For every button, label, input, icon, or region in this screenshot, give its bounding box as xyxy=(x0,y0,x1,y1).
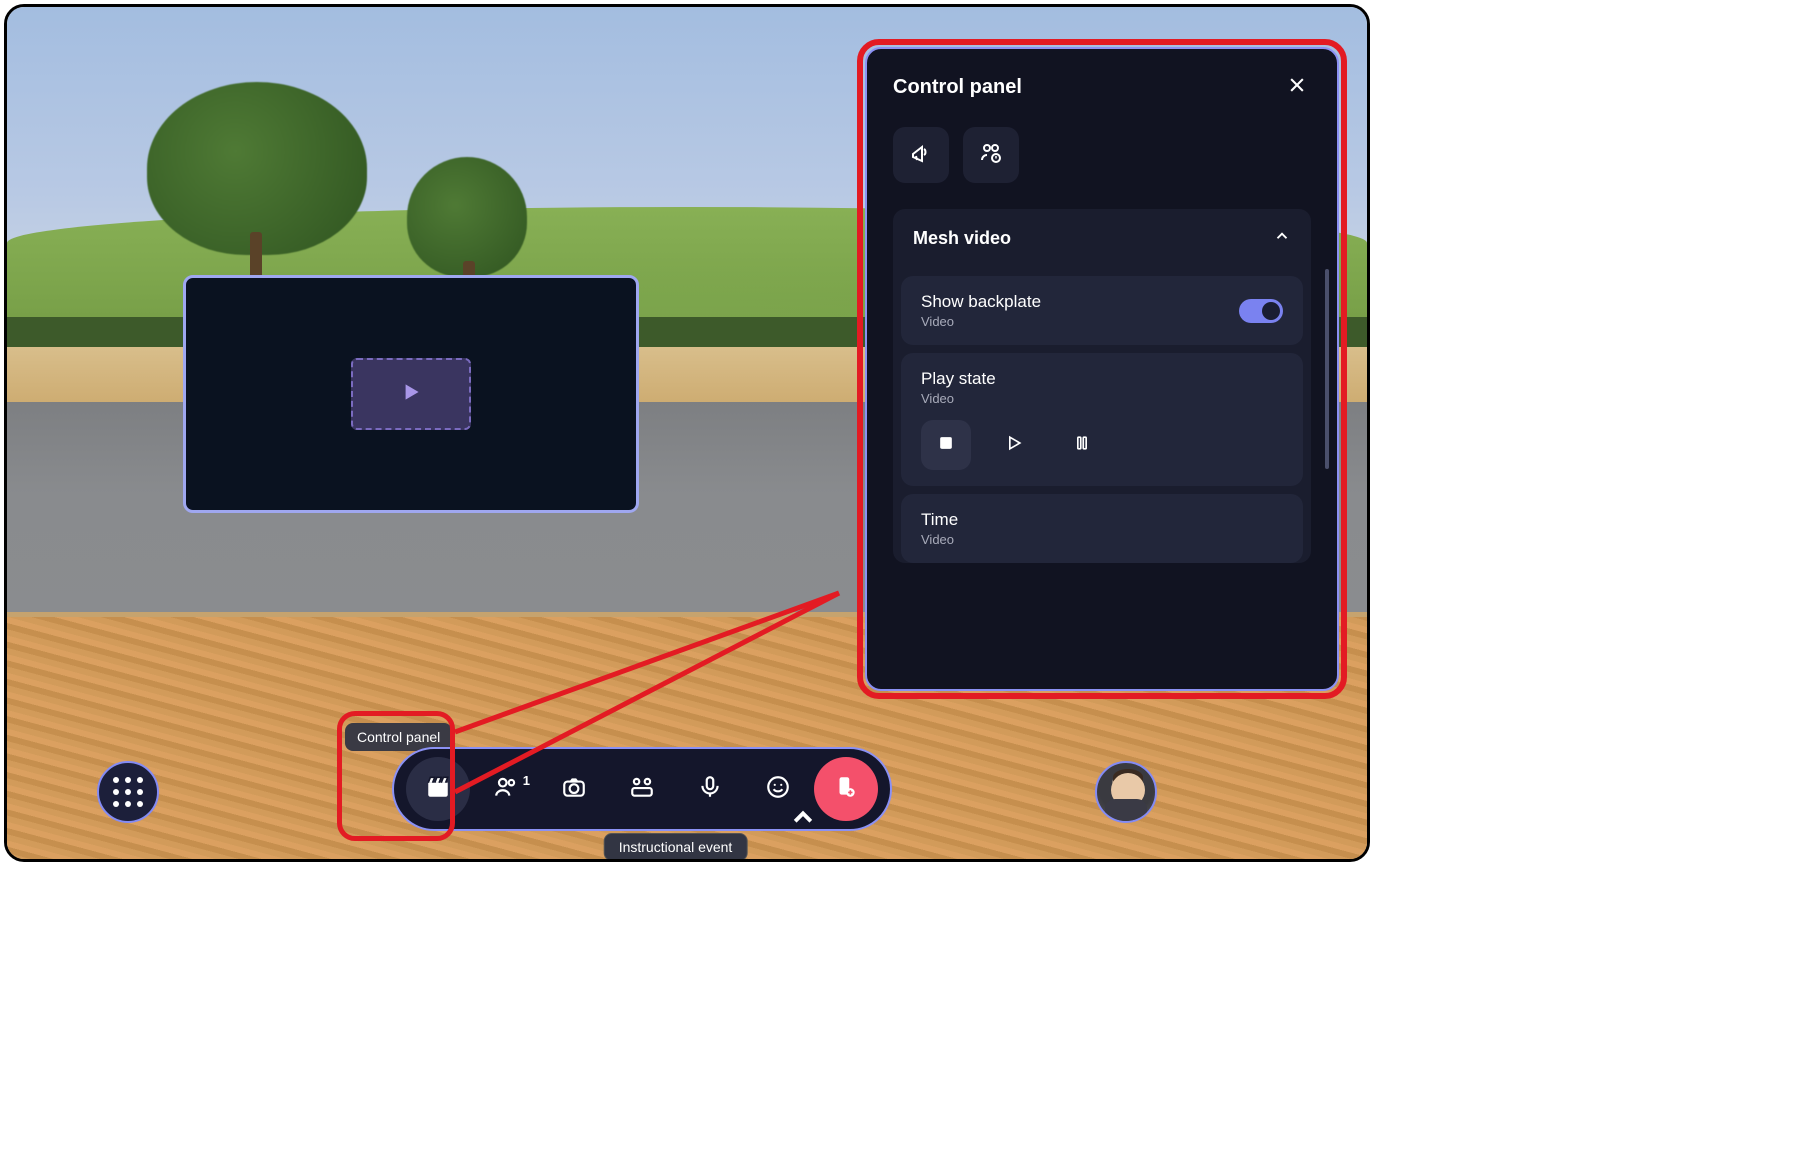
leave-icon xyxy=(833,774,859,805)
section-title: Mesh video xyxy=(913,228,1011,249)
mesh-video-screen[interactable] xyxy=(183,275,639,513)
panel-scrollbar[interactable] xyxy=(1325,269,1329,469)
camera-icon xyxy=(561,774,587,805)
people-mute-icon xyxy=(979,141,1003,170)
play-button[interactable] xyxy=(989,420,1039,470)
screenshare-icon xyxy=(629,774,655,805)
panel-title: Control panel xyxy=(893,76,1022,99)
setting-label: Time xyxy=(921,510,1283,530)
setting-label: Play state xyxy=(921,369,1283,389)
clapperboard-icon xyxy=(425,774,451,805)
setting-label: Show backplate xyxy=(921,292,1041,312)
chevron-up-icon xyxy=(790,803,798,811)
section-mesh-video: Mesh video Show backplate Video Play sta… xyxy=(893,209,1311,563)
emoji-icon xyxy=(765,774,791,805)
control-panel: Control panel Mesh video Show backplate … xyxy=(865,47,1339,691)
app-menu-button[interactable] xyxy=(97,761,159,823)
main-toolbar: 1 xyxy=(392,747,892,831)
megaphone-icon xyxy=(909,141,933,170)
leave-button[interactable] xyxy=(814,757,878,821)
microphone-icon xyxy=(697,774,723,805)
setting-sublabel: Video xyxy=(921,532,1283,547)
reactions-button[interactable] xyxy=(746,757,810,821)
setting-sublabel: Video xyxy=(921,391,1283,406)
pause-icon xyxy=(1072,433,1092,458)
stop-button[interactable] xyxy=(921,420,971,470)
stop-icon xyxy=(936,433,956,458)
control-panel-button[interactable] xyxy=(406,757,470,821)
megaphone-button[interactable] xyxy=(893,127,949,183)
people-icon xyxy=(493,774,519,805)
show-backplate-toggle[interactable] xyxy=(1239,299,1283,323)
close-button[interactable] xyxy=(1283,73,1311,101)
app-viewport: Control panel 1 xyxy=(4,4,1370,862)
setting-show-backplate: Show backplate Video xyxy=(901,276,1303,345)
participants-button[interactable]: 1 xyxy=(474,757,538,821)
play-icon xyxy=(1004,433,1024,458)
share-button[interactable] xyxy=(610,757,674,821)
apps-grid-icon xyxy=(113,777,143,807)
video-placeholder[interactable] xyxy=(351,358,471,430)
avatar-button[interactable] xyxy=(1095,761,1157,823)
setting-time: Time Video xyxy=(901,494,1303,563)
pause-button[interactable] xyxy=(1057,420,1107,470)
chevron-up-icon xyxy=(1273,227,1291,250)
mute-all-button[interactable] xyxy=(963,127,1019,183)
participants-count: 1 xyxy=(523,773,530,788)
microphone-button[interactable] xyxy=(678,757,742,821)
setting-play-state: Play state Video xyxy=(901,353,1303,486)
camera-button[interactable] xyxy=(542,757,606,821)
setting-sublabel: Video xyxy=(921,314,1041,329)
section-header-mesh-video[interactable]: Mesh video xyxy=(893,209,1311,268)
play-icon xyxy=(398,379,424,410)
event-caption: Instructional event xyxy=(604,833,748,861)
close-icon xyxy=(1287,75,1307,100)
